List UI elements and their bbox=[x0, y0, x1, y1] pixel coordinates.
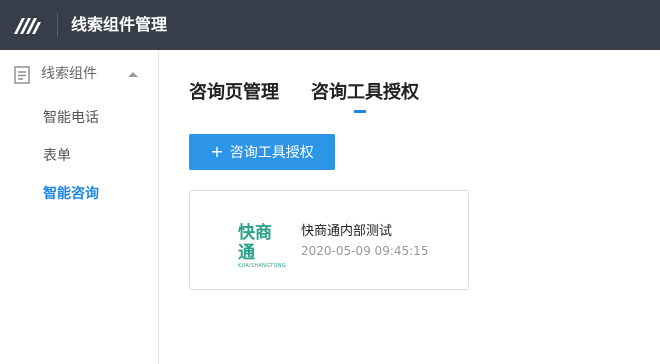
sidebar-group-label: 线索组件 bbox=[41, 66, 97, 82]
sidebar-group-clue-components[interactable]: 线索组件 bbox=[0, 56, 158, 92]
sidebar: 线索组件 智能电话 表单 智能咨询 bbox=[0, 50, 159, 364]
chevron-up-icon bbox=[128, 72, 138, 77]
brand-logo-icon[interactable] bbox=[12, 14, 44, 36]
logo-text: 快商通 bbox=[238, 223, 272, 263]
sidebar-item-smart-consult[interactable]: 智能咨询 bbox=[43, 185, 99, 203]
tab-consult-tool-authorization[interactable]: 咨询工具授权 bbox=[311, 82, 419, 104]
sidebar-item-smart-phone[interactable]: 智能电话 bbox=[43, 109, 99, 127]
document-icon bbox=[14, 66, 30, 84]
card-timestamp: 2020-05-09 09:45:15 bbox=[301, 244, 429, 258]
tab-consult-page-management[interactable]: 咨询页管理 bbox=[189, 82, 279, 104]
sidebar-item-form[interactable]: 表单 bbox=[43, 147, 71, 165]
authorized-tool-card[interactable]: 快商通 KUAISHANGTONG 快商通内部测试 2020-05-09 09:… bbox=[189, 190, 469, 290]
kuaishangtong-logo: 快商通 KUAISHANGTONG bbox=[238, 223, 286, 269]
card-title: 快商通内部测试 bbox=[301, 224, 393, 239]
authorize-consult-tool-button[interactable]: + 咨询工具授权 bbox=[189, 134, 335, 170]
app-title: 线索组件管理 bbox=[71, 15, 168, 34]
plus-icon: + bbox=[210, 142, 224, 161]
header-divider bbox=[57, 13, 58, 37]
active-tab-indicator bbox=[354, 110, 366, 113]
authorize-button-label: 咨询工具授权 bbox=[229, 145, 314, 161]
top-bar: 线索组件管理 bbox=[0, 0, 660, 50]
logo-subtext: KUAISHANGTONG bbox=[238, 263, 286, 269]
